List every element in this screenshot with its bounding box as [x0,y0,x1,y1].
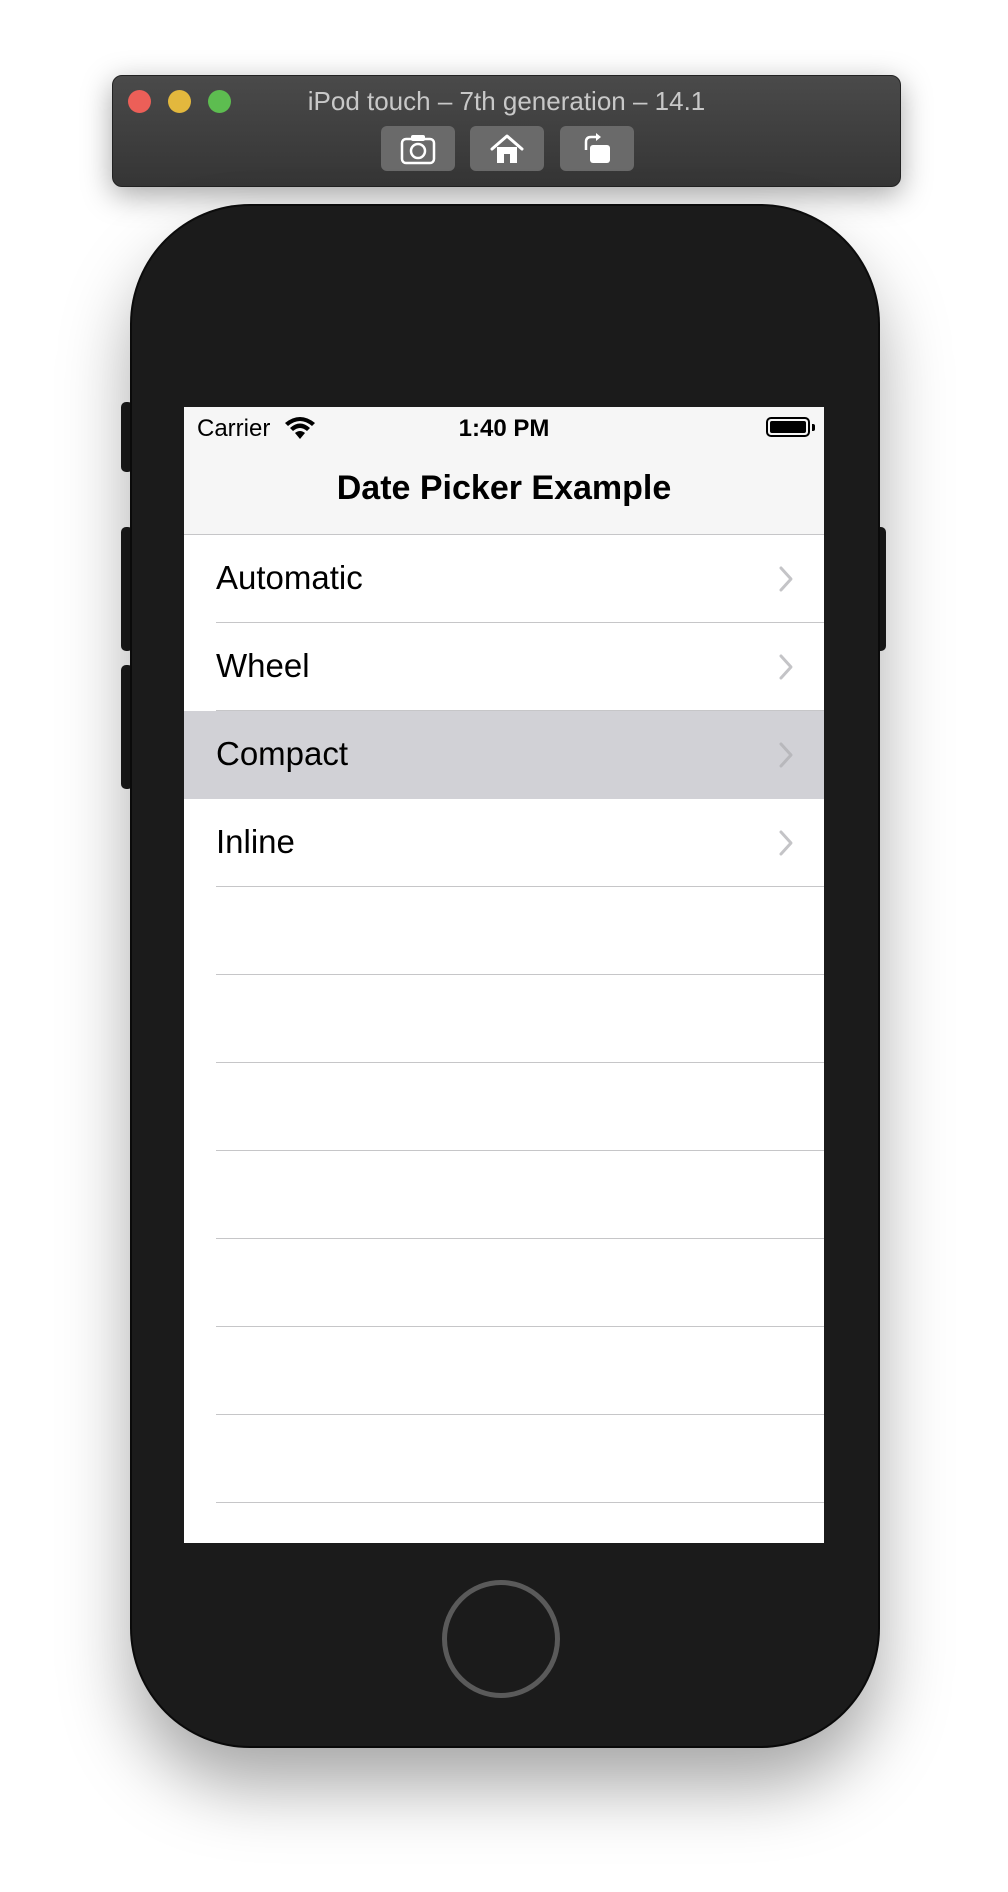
rotate-icon [584,132,610,163]
chevron-right-icon [779,566,793,592]
home-icon [490,134,524,163]
empty-row [184,1327,824,1415]
chevron-right-icon [779,742,793,768]
empty-row [184,1239,824,1327]
status-bar: Carrier 1:40 PM [184,407,824,447]
rotate-button[interactable] [560,126,634,171]
row-separator [216,1502,824,1503]
home-button[interactable] [470,126,544,171]
list-item-label: Compact [216,735,349,772]
nav-title: Date Picker Example [336,469,672,507]
list-item-wheel[interactable]: Wheel [184,623,824,711]
screenshot-button[interactable] [381,126,455,171]
device-home-button[interactable] [442,1580,560,1698]
empty-row [184,887,824,975]
clock-label: 1:40 PM [458,415,550,442]
empty-row [184,1151,824,1239]
battery-icon [766,417,810,437]
list-item-inline[interactable]: Inline [184,799,824,887]
picker-style-table: Automatic Wheel Compact Inline [184,535,824,1503]
simulator-titlebar: iPod touch – 7th generation – 14.1 [112,75,901,187]
chevron-right-icon [779,830,793,856]
screenshot-icon [400,134,436,164]
list-item-compact[interactable]: Compact [184,711,824,799]
chevron-right-icon [779,654,793,680]
list-item-label: Automatic [216,559,363,596]
list-item-label: Inline [216,823,295,860]
simulator-title: iPod touch – 7th generation – 14.1 [307,86,706,116]
empty-row [184,1415,824,1503]
battery-tip [812,424,815,431]
navigation-bar: Date Picker Example [184,447,824,535]
empty-row [184,1063,824,1151]
device-screen: Carrier 1:40 PM Date Picker Example Auto… [184,407,824,1543]
empty-row [184,975,824,1063]
list-item-label: Wheel [216,647,310,684]
list-item-automatic[interactable]: Automatic [184,535,824,623]
